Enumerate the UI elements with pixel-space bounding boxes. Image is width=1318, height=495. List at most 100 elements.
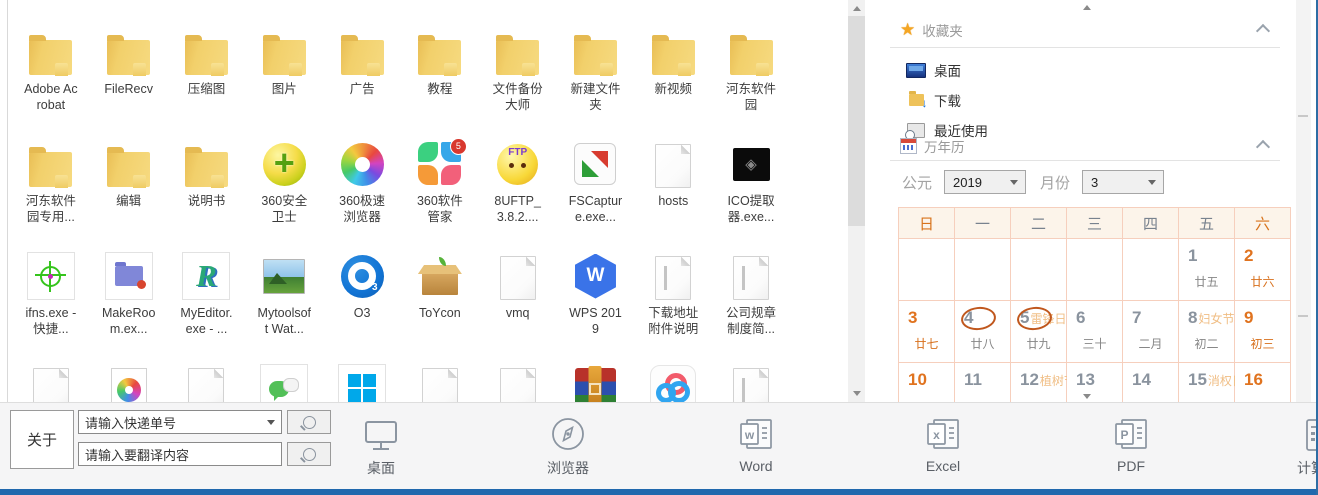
grid-scrollbar[interactable] [848, 0, 865, 402]
express-tracking-input[interactable] [78, 410, 282, 434]
calendar-day-cell[interactable]: 8 妇女节 初二 [1179, 301, 1235, 363]
panel-scroll-up-icon[interactable] [1083, 5, 1091, 10]
calendar-day-cell[interactable] [1011, 239, 1067, 301]
desktop-icon[interactable]: 文件备份大师 [479, 26, 557, 114]
launcher-word[interactable]: w Word [691, 412, 821, 474]
desktop-icon[interactable] [168, 362, 246, 402]
launcher-pdf[interactable]: P PDF [1066, 412, 1196, 474]
desktop-icon[interactable] [712, 362, 790, 402]
desktop-icon[interactable]: ifns.exe - 快捷... [12, 250, 90, 338]
desktop-icon[interactable] [557, 362, 635, 402]
lunar-label: 二月 [1138, 337, 1163, 351]
calendar-day-cell[interactable]: 11 [955, 363, 1011, 402]
launcher-excel[interactable]: x Excel [878, 412, 1008, 474]
folder-icon [573, 34, 617, 76]
desktop-icon[interactable]: 广告 [323, 26, 401, 114]
calendar-day-cell[interactable] [955, 239, 1011, 301]
360-petals-icon: 5 [417, 138, 467, 186]
desktop-icon[interactable] [90, 362, 168, 402]
desktop-icon[interactable]: Adobe Acrobat [12, 26, 90, 114]
year-select[interactable]: 2019 [944, 170, 1027, 194]
favorite-item-desktop[interactable]: 桌面 [906, 57, 961, 83]
about-button[interactable]: 关于 [10, 410, 74, 469]
bottom-toolbar: 关于 桌面 浏览器 w Word x Excel P [0, 402, 1316, 489]
calendar-day-cell[interactable]: 16 [1235, 363, 1291, 402]
desktop-icon[interactable]: ToYcon [401, 250, 479, 338]
scroll-down-icon[interactable] [852, 391, 861, 396]
calendar-day-cell[interactable]: 2 廿六 [1235, 239, 1291, 301]
desktop-icon[interactable]: 图片 [245, 26, 323, 114]
desktop-icon[interactable]: 教程 [401, 26, 479, 114]
favorite-item-download[interactable]: 下载 [906, 87, 961, 113]
folder-icon [496, 34, 540, 76]
weekday-header: 一 [955, 208, 1011, 239]
panel-scrollbar[interactable] [1296, 0, 1311, 402]
doc-icon [32, 367, 69, 402]
desktop-icon[interactable]: FSCapture.exe... [557, 138, 635, 226]
launcher-calculator[interactable]: 计算器 [1253, 412, 1316, 478]
desktop-icon[interactable]: 压缩图 [168, 26, 246, 114]
desktop-icon[interactable]: 360安全卫士 [245, 138, 323, 226]
doc-icon [499, 255, 536, 300]
launcher-desktop[interactable]: 桌面 [316, 412, 446, 478]
desktop-icon[interactable] [401, 362, 479, 402]
calendar-day-cell[interactable]: 15 消权日 [1179, 363, 1244, 402]
calendar-day-cell[interactable]: 6 三十 [1067, 301, 1123, 363]
chevron-down-icon[interactable] [267, 420, 275, 425]
desktop-icon-label: 下载地址附件说明 [648, 306, 699, 337]
desktop-icon[interactable]: 3 O3 [323, 250, 401, 338]
chevron-down-icon [1010, 180, 1019, 185]
desktop-icon[interactable]: 说明书 [168, 138, 246, 226]
desktop-icon[interactable]: 河东软件园 [712, 26, 790, 114]
winrar-icon [574, 367, 616, 402]
calendar-day-cell[interactable]: 7 二月 [1123, 301, 1179, 363]
desktop-icon-label: 新建文件夹 [570, 82, 621, 113]
desktop-icon[interactable]: 5 360软件管家 [401, 138, 479, 226]
desktop-icon[interactable]: 新视频 [634, 26, 712, 114]
desktop-icon[interactable]: Mytoolsoft Wat... [245, 250, 323, 338]
desktop-icon[interactable]: 河东软件园专用... [12, 138, 90, 226]
desktop-icon[interactable]: MakeRoom.ex... [90, 250, 168, 338]
desktop-icon[interactable] [323, 362, 401, 402]
calendar-day-cell[interactable]: 13 [1067, 363, 1123, 402]
calendar-day-cell[interactable]: 9 初三 [1235, 301, 1291, 363]
desktop-icon[interactable]: hosts [634, 138, 712, 226]
desktop-icon[interactable] [634, 362, 712, 402]
desktop-icon[interactable]: FileRecv [90, 26, 168, 114]
day-number: 16 [1244, 370, 1263, 389]
desktop-icon[interactable]: 新建文件夹 [557, 26, 635, 114]
doc-icon [499, 367, 536, 402]
desktop-icon[interactable] [479, 362, 557, 402]
calendar-day-cell[interactable]: 14 [1123, 363, 1179, 402]
lunar-label: 初二 [1194, 337, 1219, 351]
calendar-day-cell[interactable]: 3 廿七 [899, 301, 955, 363]
calendar-day-cell[interactable]: 5 雷锋日 廿九 [1011, 301, 1067, 363]
scroll-up-icon[interactable] [852, 6, 861, 11]
calendar-collapse-icon[interactable] [1255, 139, 1271, 155]
desktop-icon[interactable]: ICO提取器.exe... [712, 138, 790, 226]
panel-scroll-down-icon[interactable] [1083, 394, 1091, 399]
desktop-icon[interactable]: R MyEditor.exe - ... [168, 250, 246, 338]
calendar-day-cell[interactable] [1067, 239, 1123, 301]
favorites-collapse-icon[interactable] [1255, 23, 1271, 39]
calendar-day-cell[interactable]: 1 廿五 [1179, 239, 1235, 301]
desktop-icon[interactable]: 下载地址附件说明 [634, 250, 712, 338]
desktop-icon[interactable]: 8UFTP_3.8.2.... [479, 138, 557, 226]
desktop-icon[interactable]: 编辑 [90, 138, 168, 226]
desktop-icon[interactable]: 公司规章制度简... [712, 250, 790, 338]
calendar-day-cell[interactable] [1123, 239, 1179, 301]
desktop-icon[interactable] [12, 362, 90, 402]
translate-input[interactable] [78, 442, 282, 466]
desktop-icon[interactable]: vmq [479, 250, 557, 338]
desktop-icon[interactable]: W WPS 2019 [557, 250, 635, 338]
desktop-icon[interactable]: 360极速浏览器 [323, 138, 401, 226]
calendar-day-cell[interactable]: 10 [899, 363, 955, 402]
month-select[interactable]: 3 [1082, 170, 1165, 194]
icon-row: Adobe Acrobat FileRecv 压缩图 图片 广告 教程 文件备份… [12, 26, 790, 114]
desktop-icon[interactable] [245, 362, 323, 402]
scrollbar-thumb[interactable] [848, 16, 865, 226]
launcher-browser[interactable]: 浏览器 [503, 412, 633, 478]
calendar-day-cell[interactable] [899, 239, 955, 301]
calendar-day-cell[interactable]: 12 植树节 [1011, 363, 1076, 402]
calendar-day-cell[interactable]: 4 廿八 [955, 301, 1011, 363]
